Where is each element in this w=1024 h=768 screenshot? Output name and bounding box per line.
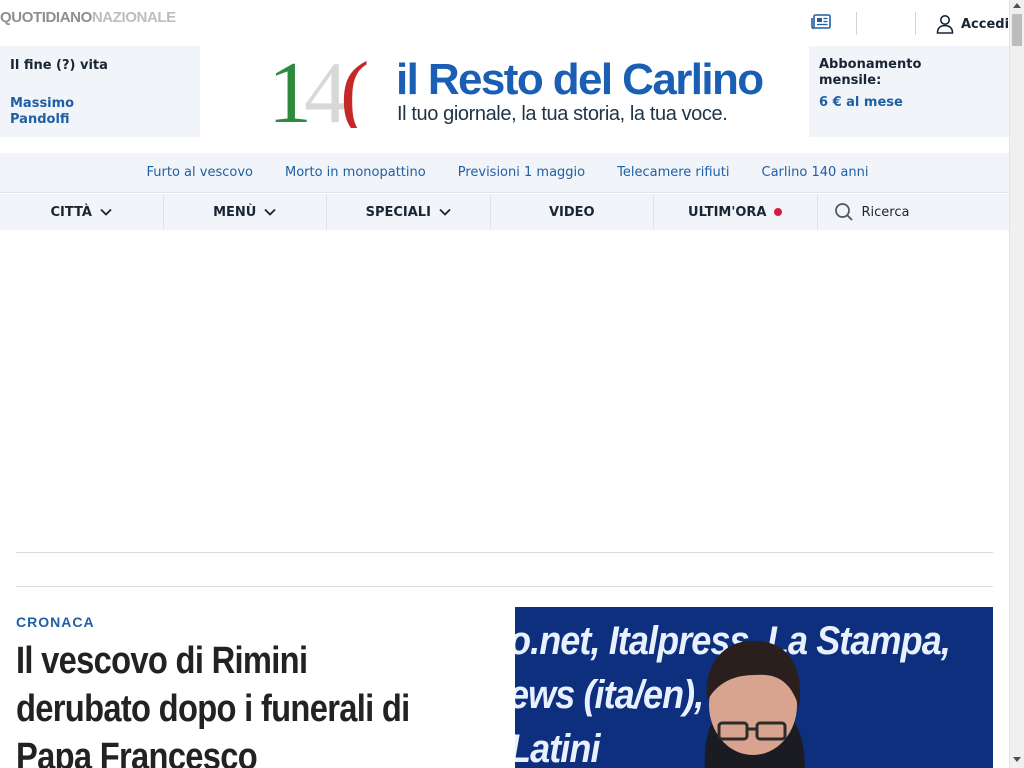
nav-item-menu[interactable]: MENÙ <box>164 194 327 230</box>
page-scrollbar[interactable] <box>1009 0 1024 768</box>
newspaper-title: il Resto del Carlino <box>396 55 764 104</box>
nav-item-speciali[interactable]: SPECIALI <box>327 194 491 230</box>
live-indicator-dot <box>774 208 783 216</box>
speaker-portrait <box>704 640 805 768</box>
top-bar: QUOTIDIANONAZIONALE Accedi <box>0 0 1009 46</box>
section-divider <box>16 586 993 587</box>
nav-item-citta[interactable]: CITTÀ <box>0 194 164 230</box>
hero-image-text: Latini <box>515 727 601 768</box>
promo-opinion-author: Massimo Pandolfi <box>10 96 75 127</box>
article-hero-image[interactable]: o.net, Italpress, La Stampa, ews (ita/en… <box>515 607 993 768</box>
scroll-down-arrow-icon[interactable] <box>1013 757 1021 762</box>
scrollbar-thumb[interactable] <box>1012 14 1022 46</box>
network-logo-part2: NAZIONALE <box>91 9 176 26</box>
newspaper-slogan: Il tuo giornale, la tua storia, la tua v… <box>397 103 728 125</box>
newspaper-button[interactable] <box>811 12 833 32</box>
nav-item-label: SPECIALI <box>365 204 431 220</box>
chevron-down-icon <box>100 208 112 216</box>
user-icon <box>936 15 954 34</box>
search-placeholder: Ricerca <box>861 204 910 220</box>
nav-item-label: ULTIM'ORA <box>688 204 767 220</box>
masthead-logo[interactable]: 1 4 ( il Resto del Carlino Il tuo giorna… <box>270 52 764 132</box>
quotidiano-nazionale-logo[interactable]: QUOTIDIANONAZIONALE <box>0 9 176 27</box>
trending-link[interactable]: Morto in monopattino <box>285 165 426 180</box>
anniversary-140-logo: 1 4 ( <box>270 52 369 128</box>
login-button[interactable]: Accedi <box>936 13 1009 35</box>
newspaper-icon <box>811 14 831 30</box>
trending-link[interactable]: Furto al vescovo <box>147 165 253 180</box>
promo-opinion-title: Il fine (?) vita <box>10 58 108 73</box>
nav-item-ultimora[interactable]: ULTIM'ORA <box>654 194 818 230</box>
trending-link[interactable]: Carlino 140 anni <box>762 165 869 180</box>
ad-slot-divider <box>16 552 993 553</box>
nav-item-label: CITTÀ <box>50 204 92 220</box>
promo-opinion-box[interactable]: Il fine (?) vita Massimo Pandolfi <box>0 46 200 137</box>
nav-item-video[interactable]: VIDEO <box>491 194 654 230</box>
chevron-down-icon <box>264 208 277 216</box>
subscription-title: Abbonamento mensile: <box>819 57 922 88</box>
subscription-price: 6 € al mese <box>819 95 903 110</box>
login-label: Accedi <box>961 16 1010 32</box>
article-category[interactable]: CRONACA <box>16 614 95 630</box>
nav-item-label: MENÙ <box>213 204 257 220</box>
anniversary-digit-0: ( <box>340 52 369 128</box>
search-box[interactable]: Ricerca <box>818 194 1010 230</box>
chevron-down-icon <box>439 208 451 216</box>
main-nav: CITTÀ MENÙ SPECIALI VIDEO ULTIM'ORA Rice… <box>0 194 1009 230</box>
scroll-up-arrow-icon[interactable] <box>1013 3 1021 8</box>
trending-link[interactable]: Telecamere rifiuti <box>617 165 729 180</box>
top-bar-divider <box>915 12 916 35</box>
network-logo-part1: QUOTIDIANO <box>0 9 92 26</box>
search-icon <box>834 203 853 221</box>
article-headline[interactable]: Il vescovo di Rimini derubato dopo i fun… <box>16 637 420 768</box>
subscription-box[interactable]: Abbonamento mensile: 6 € al mese <box>809 46 1009 137</box>
top-bar-divider <box>856 12 857 35</box>
trending-link[interactable]: Previsioni 1 maggio <box>458 165 585 180</box>
nav-item-label: VIDEO <box>548 204 595 220</box>
trending-topics-bar: Furto al vescovo Morto in monopattino Pr… <box>0 153 1009 193</box>
